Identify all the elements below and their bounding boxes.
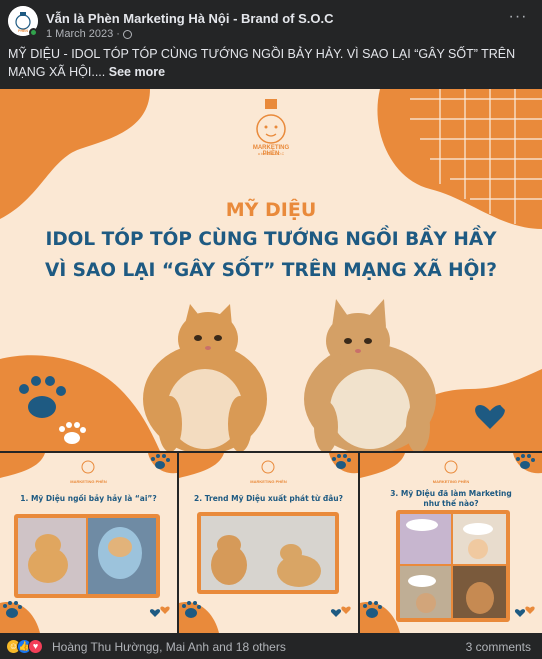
see-more-link[interactable]: See more	[109, 65, 165, 79]
poster-headline-line2: VÌ SAO LẠI “GÂY SỐT” TRÊN MẠNG XÃ HỘI?	[45, 260, 497, 281]
thumbnail-title: 2. Trend Mỹ Diệu xuất phát từ đâu?	[194, 494, 343, 503]
thumbnail-1[interactable]: MARKETING PHÈN 1. Mỹ Diệu ngồi bảy hảy l…	[0, 453, 177, 633]
svg-text:PHÈN: PHÈN	[18, 28, 28, 33]
thumbnail-brand: MARKETING PHÈN	[250, 479, 287, 484]
thumbnail-title: 3. Mỹ Diệu đã làm Marketing như thế nào?	[360, 489, 542, 509]
poster-title: MỸ DIỆU	[225, 199, 317, 221]
thumbnail-brand: MARKETING PHÈN	[432, 479, 470, 484]
reaction-icons[interactable]: ☺ 👍 ♥	[6, 639, 43, 654]
post-meta: 1 March 2023 ·	[46, 28, 132, 40]
thumbnail-title-line1: 3. Mỹ Diệu đã làm Marketing	[390, 489, 512, 498]
cat-image	[304, 299, 436, 451]
post-header: PHÈN Vẫn là Phèn Marketing Hà Nội - Bran…	[0, 0, 542, 40]
caption-text: MỸ DIỆU - IDOL TÓP TÓP CÙNG TƯỚNG NGỒI B…	[8, 47, 516, 79]
reaction-names[interactable]: Hoàng Thu Hườngg, Mai Anh and 18 others	[52, 640, 286, 654]
thumbnail-3[interactable]: MARKETING PHÈN 3. Mỹ Diệu đã làm Marketi…	[360, 453, 542, 633]
thumbnail-brand: MARKETING PHÈN	[70, 479, 107, 484]
globe-icon	[122, 29, 132, 39]
brand-subtitle: a brand of S.O.C	[257, 152, 285, 156]
thumbnail-2[interactable]: MARKETING PHÈN 2. Trend Mỹ Diệu xuất phá…	[179, 453, 358, 633]
date-separator: ·	[116, 28, 120, 40]
post-caption: MỸ DIỆU - IDOL TÓP TÓP CÙNG TƯỚNG NGỒI B…	[8, 45, 528, 81]
thumbnail-title-line2: như thế nào?	[423, 499, 479, 508]
post-footer: ☺ 👍 ♥ Hoàng Thu Hườngg, Mai Anh and 18 o…	[0, 635, 542, 659]
poster-headline-line1: IDOL TÓP TÓP CÙNG TƯỚNG NGỒI BẦY HẦY	[45, 229, 497, 250]
online-indicator	[29, 28, 38, 37]
brand-logo-icon	[256, 99, 286, 144]
more-options-button[interactable]: ···	[508, 9, 528, 30]
page-name[interactable]: Vẫn là Phèn Marketing Hà Nội - Brand of …	[46, 11, 334, 26]
cat-image	[143, 304, 267, 451]
love-reaction-icon: ♥	[28, 639, 43, 654]
thumbnail-title: 1. Mỹ Diệu ngồi bảy hảy là “ai”?	[20, 494, 157, 503]
main-post-image[interactable]: MARKETING PHÈN a brand of S.O.C MỸ DIỆU …	[0, 89, 542, 451]
post-date[interactable]: 1 March 2023	[46, 28, 113, 40]
comments-count[interactable]: 3 comments	[466, 640, 531, 654]
